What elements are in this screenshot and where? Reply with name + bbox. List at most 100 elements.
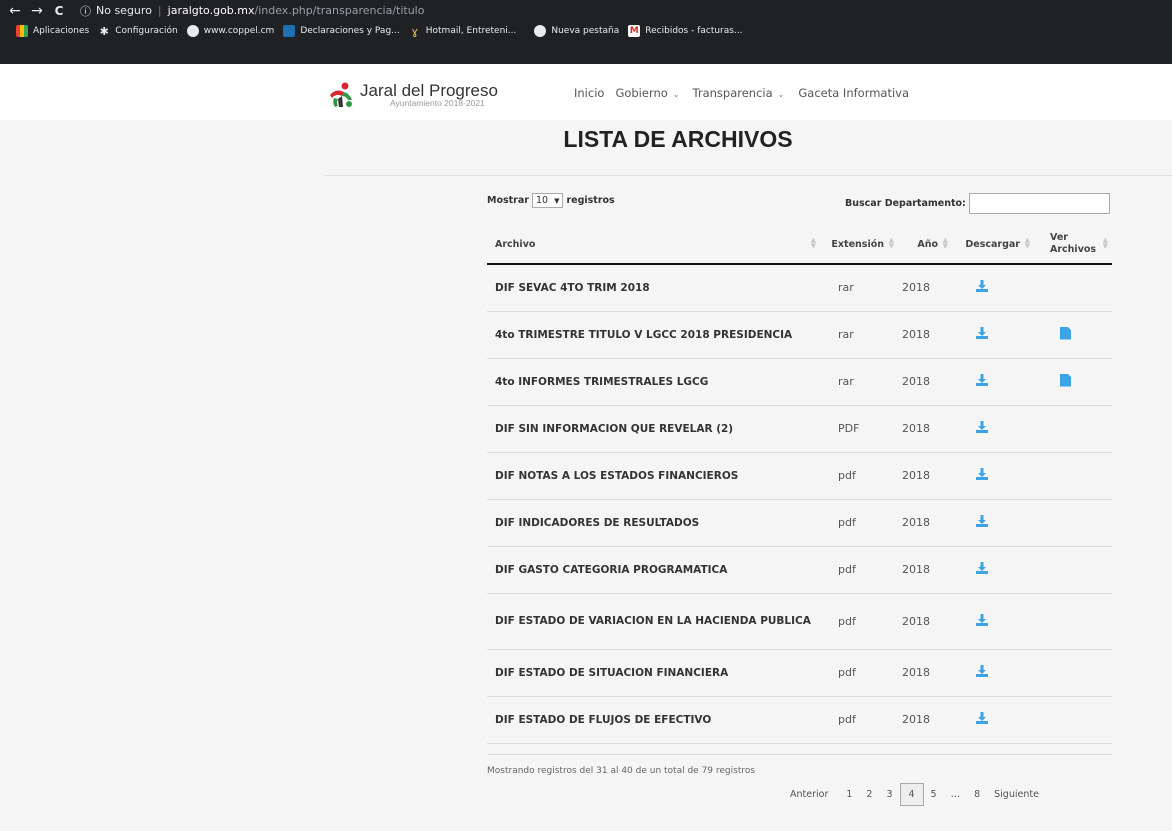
bookmark-label: www.coppel.cm — [203, 26, 275, 36]
back-button[interactable]: ← — [4, 3, 26, 19]
nav-label: Gaceta Informativa — [798, 86, 910, 100]
download-icon[interactable] — [976, 613, 988, 626]
extension-cell: pdf — [820, 593, 898, 650]
year-cell: 2018 — [898, 649, 952, 697]
download-icon[interactable] — [976, 327, 988, 339]
security-label: No seguro — [96, 4, 152, 17]
main-nav: Inicio Gobierno ⌄ Transparencia ⌄ Gaceta I… — [574, 86, 920, 100]
document-icon[interactable] — [1060, 326, 1071, 340]
download-icon[interactable] — [976, 421, 988, 433]
nav-item-gaceta[interactable]: Gaceta Informativa — [798, 86, 909, 100]
page-length-value: 10 — [535, 195, 549, 206]
info-icon[interactable]: ⓘ — [80, 3, 91, 19]
extension-cell: rar — [820, 264, 898, 312]
pagination-prev[interactable]: Anterior — [783, 783, 835, 806]
file-name-cell: DIF ESTADO DE SITUACION FINANCIERA — [487, 649, 820, 697]
pagination-page[interactable]: 3 — [879, 783, 899, 806]
bookmarks-bar: Aplicaciones ✱ Configuración www.coppel.… — [0, 21, 1172, 64]
table-row: DIF INDICADORES DE RESULTADOS pdf 2018 — [487, 499, 1112, 547]
view-files-cell — [1034, 499, 1112, 547]
download-icon[interactable] — [976, 515, 988, 527]
pagination-next[interactable]: Siguiente — [987, 783, 1046, 806]
pagination-page[interactable]: 2 — [859, 783, 879, 806]
view-files-cell — [1034, 405, 1112, 453]
bookmark-nueva-pestana[interactable]: Nueva pestaña — [534, 22, 619, 40]
view-files-cell — [1034, 593, 1112, 650]
download-cell — [952, 311, 1034, 359]
file-name-cell: DIF NOTAS A LOS ESTADOS FINANCIEROS — [487, 452, 820, 500]
nav-label: Transparencia — [692, 86, 773, 100]
logo-subtitle: Ayuntamiento 2018-2021 — [390, 98, 485, 108]
document-icon[interactable] — [1060, 373, 1071, 387]
nav-item-inicio[interactable]: Inicio — [574, 86, 604, 100]
column-header-extension[interactable]: Extensión ▲ ▼ — [820, 225, 898, 265]
extension-cell: PDF — [820, 405, 898, 453]
search-label: Buscar Departamento: — [845, 198, 966, 209]
column-header-archivo[interactable]: Archivo ▲ ▼ — [487, 225, 820, 265]
nav-item-transparencia[interactable]: Transparencia ⌄ — [693, 86, 785, 100]
bookmark-label: Hotmail, Entreteni... — [425, 26, 517, 36]
bookmark-declaraciones[interactable]: Declaraciones y Pag... — [283, 22, 400, 40]
bookmark-label: Declaraciones y Pag... — [300, 26, 400, 36]
view-files-cell — [1034, 311, 1112, 359]
view-files-cell — [1034, 452, 1112, 500]
download-icon[interactable] — [976, 712, 988, 724]
bookmark-coppel[interactable]: www.coppel.cm — [186, 22, 275, 40]
page-length-select[interactable]: 10 ▼ — [531, 193, 564, 208]
sat-icon — [283, 25, 296, 37]
search-input[interactable] — [968, 193, 1110, 214]
reload-button[interactable]: C — [48, 4, 70, 18]
nav-label: Inicio — [574, 86, 605, 100]
apps-grid-icon — [16, 25, 28, 37]
download-cell — [952, 358, 1034, 406]
download-cell — [952, 405, 1034, 453]
year-cell: 2018 — [898, 593, 952, 650]
download-cell — [952, 499, 1034, 547]
download-icon[interactable] — [976, 374, 988, 386]
site-logo[interactable]: Jaral del Progreso Ayuntamiento 2018-202… — [328, 82, 498, 108]
logo-title: Jaral del Progreso — [360, 81, 498, 100]
address-bar[interactable]: ⓘ No seguro | jaralgto.gob.mx/index.php/… — [80, 3, 424, 19]
download-icon[interactable] — [976, 468, 988, 480]
divider — [325, 175, 1172, 176]
column-header-ver-archivos[interactable]: Ver Archivos ▲ ▼ — [1034, 225, 1112, 265]
download-cell — [952, 452, 1034, 500]
chevron-down-icon: ⌄ — [777, 90, 785, 99]
year-cell: 2018 — [898, 264, 952, 312]
gear-icon: ✱ — [99, 24, 109, 38]
browser-toolbar: ← → C ⓘ No seguro | jaralgto.gob.mx/inde… — [0, 0, 1172, 21]
view-files-cell — [1034, 358, 1112, 406]
pagination-page[interactable]: 5 — [924, 783, 944, 806]
download-icon[interactable] — [976, 280, 988, 293]
column-header-ano[interactable]: Año ▲ ▼ — [898, 225, 952, 265]
bookmark-aplicaciones[interactable]: Aplicaciones — [16, 22, 89, 40]
year-cell: 2018 — [898, 405, 952, 453]
table-row: DIF NOTAS A LOS ESTADOS FINANCIEROS pdf 20… — [487, 452, 1112, 500]
view-files-cell — [1034, 264, 1112, 312]
extension-cell: pdf — [820, 452, 898, 500]
file-name-cell: DIF ESTADO DE FLUJOS DE EFECTIVO — [487, 696, 820, 744]
year-cell: 2018 — [898, 546, 952, 594]
column-header-descargar[interactable]: Descargar ▲ ▼ — [952, 225, 1034, 265]
bookmark-configuracion[interactable]: ✱ Configuración — [98, 22, 178, 40]
chevron-down-icon: ⌄ — [672, 90, 680, 99]
pagination-page[interactable]: 1 — [839, 783, 859, 806]
bookmark-hotmail[interactable]: ɣ Hotmail, Entreteni... — [409, 22, 517, 40]
show-prefix: Mostrar — [487, 195, 529, 206]
sort-icon: ▲ ▼ — [1102, 236, 1108, 250]
download-icon[interactable] — [976, 665, 988, 677]
pagination-page[interactable]: 8 — [967, 783, 987, 806]
page-length-control: Mostrar 10 ▼ registros — [487, 193, 615, 208]
nav-label: Gobierno — [615, 86, 668, 100]
nav-item-gobierno[interactable]: Gobierno ⌄ — [615, 86, 679, 100]
header-label: Extensión — [831, 238, 884, 250]
file-name-cell: DIF INDICADORES DE RESULTADOS — [487, 499, 820, 547]
bookmark-label: Configuración — [115, 26, 178, 36]
logo-mark-icon — [330, 82, 352, 107]
bookmark-recibidos[interactable]: M Recibidos - facturas... — [628, 22, 743, 40]
extension-cell: pdf — [820, 696, 898, 744]
download-icon[interactable] — [976, 562, 988, 574]
forward-button[interactable]: → — [26, 3, 48, 19]
pagination-page[interactable]: 4 — [899, 783, 924, 806]
file-name-cell: DIF ESTADO DE VARIACION EN LA HACIENDA P… — [487, 593, 820, 650]
